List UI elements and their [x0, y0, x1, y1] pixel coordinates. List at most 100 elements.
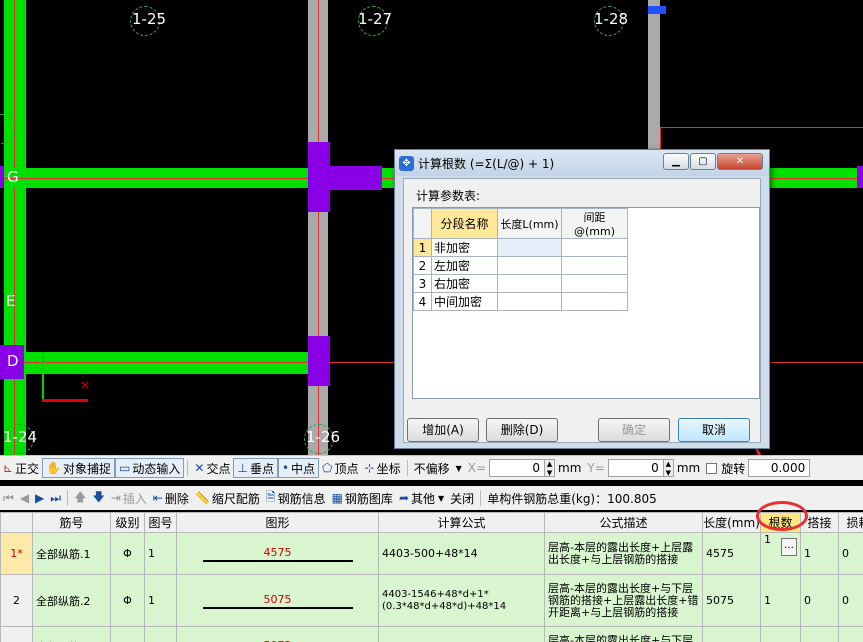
perpendicular-snap[interactable]: ⊥ 垂点	[233, 458, 278, 478]
param-row[interactable]: 2 左加密	[413, 256, 628, 275]
cell-lap[interactable]: 1	[800, 532, 839, 575]
dynamic-input-toggle[interactable]: ▭ 动态输入	[115, 458, 185, 478]
cell-formula[interactable]: 4403-500+48*14	[378, 532, 545, 575]
grid-header[interactable]: 筋号	[32, 512, 111, 533]
param-cell-length[interactable]	[497, 256, 562, 275]
coordinate-snap[interactable]: ⊹ 坐标	[362, 458, 404, 478]
rotate-input[interactable]: 0.000	[748, 459, 811, 477]
close-button[interactable]: ✕	[717, 153, 763, 170]
grid-header[interactable]: 长度(mm)	[702, 512, 761, 533]
grid-header[interactable]: 损耗	[838, 512, 863, 533]
param-cell-name[interactable]: 非加密	[431, 238, 498, 257]
cell-count[interactable]: 1	[760, 574, 801, 627]
cell-formula[interactable]: 4403-1546+48*d+1*(0.3*48*d+48*d)+48*14	[378, 574, 545, 627]
insert-button[interactable]: ⇥ 插入	[108, 488, 150, 508]
table-row[interactable]: 2 全部纵筋.2 Φ 1 5075 4403-1546+48*d+1*(0.3*…	[0, 574, 863, 627]
object-snap-toggle[interactable]: ✋ 对象捕捉	[42, 458, 116, 478]
ortho-toggle[interactable]: ⊾ 正交	[0, 458, 42, 478]
first-record-button[interactable]: ⏮	[0, 488, 17, 508]
param-cell-name[interactable]: 右加密	[431, 274, 498, 293]
midpoint-snap[interactable]: • 中点	[277, 458, 320, 478]
cell-loss[interactable]: 0	[838, 574, 863, 627]
delete-row-button[interactable]: 删除(D)	[486, 418, 558, 442]
cell-fig[interactable]: 1	[144, 626, 177, 642]
cell-name[interactable]: 全部纵筋.3	[32, 626, 111, 642]
rebar-info-button[interactable]: 🗎 钢筋信息	[263, 488, 329, 508]
prev-record-button[interactable]: ◀	[17, 488, 32, 508]
cell-length[interactable]: 5072	[702, 626, 761, 642]
cell-desc[interactable]: 层高-本层的露出长度+上层露出长度+与上层钢筋的搭接	[544, 532, 703, 575]
cancel-button[interactable]: 取消	[678, 418, 750, 442]
add-row-button[interactable]: 增加(A)	[407, 418, 479, 442]
x-input[interactable]: 0	[489, 459, 546, 477]
ortho-icon: ⊾	[3, 461, 14, 475]
delete-button[interactable]: ⇤ 删除	[150, 488, 192, 508]
move-up-button[interactable]: 🡅	[71, 488, 89, 508]
rebar-library-button[interactable]: ▦ 钢筋图库	[329, 488, 396, 508]
cell-grade[interactable]: Φ	[110, 574, 145, 627]
cell-loss[interactable]: 0	[838, 626, 863, 642]
y-input[interactable]: 0	[607, 459, 664, 477]
grid-header[interactable]: 计算公式	[378, 512, 545, 533]
cell-loss[interactable]: 0	[838, 532, 863, 575]
param-header-length[interactable]: 长度L(mm)	[497, 208, 562, 239]
table-row[interactable]: 1* 全部纵筋.1 Φ 1 4575 4403-500+48*14 层高-本层的…	[0, 532, 863, 575]
grid-header[interactable]: 图号	[144, 512, 177, 533]
param-row[interactable]: 4 中间加密	[413, 292, 628, 311]
ellipsis-button[interactable]: …	[781, 538, 797, 556]
vertex-snap[interactable]: ⬠ 顶点	[319, 458, 361, 478]
param-row[interactable]: 1 非加密	[413, 238, 628, 257]
param-cell-spacing[interactable]	[561, 274, 628, 293]
rotate-checkbox[interactable]: 旋转	[703, 458, 748, 478]
cell-desc[interactable]: 层高-本层的露出长度+与下层钢筋的搭接+上层露出长度	[544, 626, 703, 642]
cell-grade[interactable]: Φ	[110, 626, 145, 642]
param-cell-spacing[interactable]	[561, 256, 628, 275]
cell-name[interactable]: 全部纵筋.1	[32, 532, 111, 575]
row-number[interactable]: 3	[0, 626, 33, 642]
param-cell-spacing[interactable]	[561, 238, 628, 257]
param-cell-name[interactable]: 左加密	[431, 256, 498, 275]
cell-count[interactable]: 1…	[760, 532, 801, 575]
grid-header[interactable]: 级别	[110, 512, 145, 533]
cell-shape[interactable]: 4575	[176, 532, 379, 575]
table-row[interactable]: 3 全部纵筋.3 Φ 1 5072 4400-672+48*d+48*14 层高…	[0, 626, 863, 642]
minimize-button[interactable]: ▁	[663, 153, 689, 170]
param-cell-length[interactable]	[497, 274, 562, 293]
y-spinner[interactable]: ▲ ▼	[663, 459, 674, 477]
scale-rebar-button[interactable]: 📏 缩尺配筋	[192, 488, 263, 508]
offset-select[interactable]: 不偏移 ▼	[411, 458, 465, 478]
cell-formula[interactable]: 4400-672+48*d+48*14	[378, 626, 545, 642]
cell-fig[interactable]: 1	[144, 532, 177, 575]
param-cell-length[interactable]	[497, 292, 562, 311]
move-down-button[interactable]: 🡇	[89, 488, 107, 508]
cell-name[interactable]: 全部纵筋.2	[32, 574, 111, 627]
cell-shape[interactable]: 5072	[176, 626, 379, 642]
param-cell-spacing[interactable]	[561, 292, 628, 311]
cell-count[interactable]: 1	[760, 626, 801, 642]
param-cell-name[interactable]: 中间加密	[431, 292, 498, 311]
last-record-button[interactable]: ⏭	[47, 488, 64, 508]
cell-lap[interactable]: 0	[800, 626, 839, 642]
close-panel-button[interactable]: 关闭	[447, 488, 477, 508]
cell-lap[interactable]: 0	[800, 574, 839, 627]
next-record-button[interactable]: ▶	[32, 488, 47, 508]
cell-length[interactable]: 5075	[702, 574, 761, 627]
param-row[interactable]: 3 右加密	[413, 274, 628, 293]
cell-fig[interactable]: 1	[144, 574, 177, 627]
param-cell-length[interactable]	[497, 238, 562, 257]
grid-header[interactable]: 公式描述	[544, 512, 703, 533]
row-number[interactable]: 2	[0, 574, 33, 627]
param-header-spacing[interactable]: 间距@(mm)	[561, 208, 628, 239]
ok-button[interactable]: 确定	[598, 418, 670, 442]
other-menu[interactable]: ➦ 其他 ▼	[396, 488, 447, 508]
cell-grade[interactable]: Φ	[110, 532, 145, 575]
grid-header[interactable]: 图形	[176, 512, 379, 533]
maximize-button[interactable]: ▢	[690, 153, 716, 170]
row-number[interactable]: 1*	[0, 532, 33, 575]
cell-length[interactable]: 4575	[702, 532, 761, 575]
x-spinner[interactable]: ▲ ▼	[545, 459, 556, 477]
cell-desc[interactable]: 层高-本层的露出长度+与下层钢筋的搭接+上层露出长度+错开距离+与上层钢筋的搭接	[544, 574, 703, 627]
cell-shape[interactable]: 5075	[176, 574, 379, 627]
param-header-name[interactable]: 分段名称	[431, 208, 498, 239]
intersection-snap[interactable]: ✕ 交点	[191, 458, 233, 478]
